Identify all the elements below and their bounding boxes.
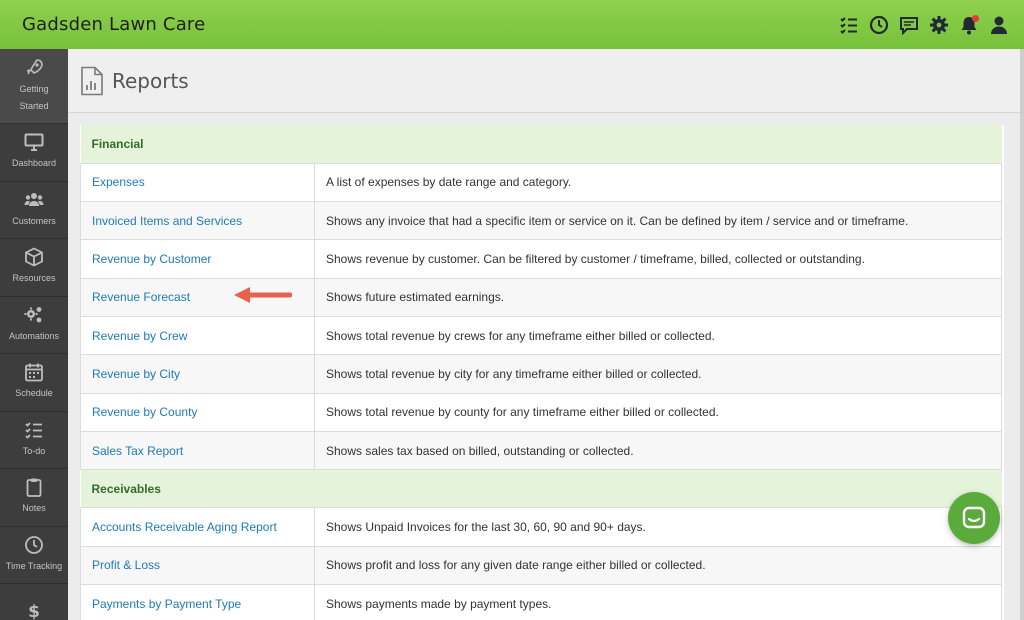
table-row: Revenue by County Shows total revenue by… [80, 393, 1002, 432]
table-row: Expenses A list of expenses by date rang… [80, 163, 1002, 203]
section-title: Financial [80, 125, 1002, 164]
gears-icon [24, 306, 42, 323]
report-description: Shows sales tax based on billed, outstan… [314, 431, 1002, 471]
checklist-icon [25, 422, 42, 439]
report-description: Shows future estimated earnings. [314, 278, 1002, 317]
report-link-invoiced-items[interactable]: Invoiced Items and Services [92, 214, 242, 228]
sidebar-item-label: Customers [12, 215, 56, 226]
report-description: Shows total revenue by county for any ti… [314, 393, 1002, 432]
sidebar-item-billing[interactable]: $ [0, 584, 68, 620]
notification-dot [972, 14, 979, 22]
sidebar-item-time-tracking[interactable]: Time Tracking [0, 527, 68, 584]
bell-icon[interactable] [958, 14, 980, 36]
reports-card: Financial Expenses A list of expenses by… [80, 125, 1004, 620]
sidebar-item-label: Automations [8, 330, 60, 341]
sidebar-item-label: Resources [12, 273, 56, 284]
clock-icon[interactable] [868, 14, 890, 36]
report-link-revenue-by-county[interactable]: Revenue by County [92, 405, 197, 419]
top-icons [838, 14, 1010, 36]
gear-icon[interactable] [928, 14, 950, 36]
todo-list-icon[interactable] [838, 14, 860, 36]
annotation-arrow-icon [234, 287, 292, 303]
report-link-ar-aging[interactable]: Accounts Receivable Aging Report [92, 520, 277, 534]
reports-table: Financial Expenses A list of expenses by… [80, 125, 1002, 620]
report-description: Shows Unpaid Invoices for the last 30, 6… [314, 507, 1002, 547]
report-description: Shows total revenue by city for any time… [314, 354, 1002, 394]
report-link-revenue-by-crew[interactable]: Revenue by Crew [92, 329, 187, 343]
calendar-icon [25, 363, 43, 382]
clipboard-icon [26, 478, 42, 498]
sidebar-item-label: Notes [22, 503, 46, 514]
table-row: Revenue by City Shows total revenue by c… [80, 354, 1002, 394]
sidebar-item-label: Time Tracking [5, 560, 63, 571]
chat-icon[interactable] [898, 14, 920, 36]
chat-widget-button[interactable] [948, 492, 1000, 544]
svg-text:$: $ [28, 602, 40, 620]
table-row: Revenue by Customer Shows revenue by cus… [80, 239, 1002, 279]
main-content: Reports Financial Expenses A list of exp… [68, 49, 1024, 620]
section-header-receivables: Receivables [80, 469, 1002, 509]
clock-icon [25, 535, 43, 554]
table-row: Sales Tax Report Shows sales tax based o… [80, 431, 1002, 471]
users-icon [24, 192, 44, 206]
report-icon [81, 66, 103, 95]
sidebar-item-label: Schedule [15, 388, 53, 399]
sidebar-item-dashboard[interactable]: Dashboard [0, 124, 68, 182]
monitor-icon [24, 133, 44, 152]
app-title: Gadsden Lawn Care [22, 14, 206, 35]
sidebar-item-resources[interactable]: Resources [0, 239, 68, 297]
rocket-icon [26, 58, 43, 74]
report-link-payments-by-type[interactable]: Payments by Payment Type [92, 597, 241, 611]
chat-bubble-icon [962, 506, 986, 529]
report-link-revenue-forecast[interactable]: Revenue Forecast [92, 290, 190, 304]
sidebar-item-notes[interactable]: Notes [0, 469, 68, 527]
table-row: Payments by Payment Type Shows payments … [80, 584, 1002, 620]
report-description: Shows total revenue by crews for any tim… [314, 316, 1002, 356]
report-link-profit-loss[interactable]: Profit & Loss [92, 558, 160, 572]
sidebar-item-label: To-do [22, 445, 46, 456]
sidebar-item-to-do[interactable]: To-do [0, 412, 68, 469]
sidebar-item-automations[interactable]: Automations [0, 297, 68, 354]
dollar-icon: $ [28, 602, 40, 620]
report-description: Shows revenue by customer. Can be filter… [314, 239, 1002, 279]
scrollbar[interactable] [1020, 49, 1024, 620]
report-description: Shows any invoice that had a specific it… [314, 201, 1002, 241]
box-icon [25, 247, 43, 267]
sidebar-item-getting-started[interactable]: Getting Started [0, 49, 68, 124]
table-row: Revenue Forecast Shows future estimated … [80, 278, 1002, 317]
report-description: Shows profit and loss for any given date… [314, 546, 1002, 586]
report-link-sales-tax[interactable]: Sales Tax Report [92, 444, 183, 458]
report-description: A list of expenses by date range and cat… [314, 163, 1002, 203]
report-description: Shows payments made by payment types. [314, 584, 1002, 620]
section-header-financial: Financial [80, 125, 1002, 164]
sidebar-item-schedule[interactable]: Schedule [0, 354, 68, 412]
top-bar: Gadsden Lawn Care [0, 0, 1024, 49]
report-link-revenue-by-customer[interactable]: Revenue by Customer [92, 252, 211, 266]
sidebar-item-customers[interactable]: Customers [0, 182, 68, 239]
section-title: Receivables [80, 469, 1002, 509]
report-link-expenses[interactable]: Expenses [92, 175, 145, 189]
table-row: Revenue by Crew Shows total revenue by c… [80, 316, 1002, 356]
table-row: Invoiced Items and Services Shows any in… [80, 201, 1002, 241]
page-header: Reports [68, 49, 1024, 113]
sidebar: Getting Started Dashboard Customers Reso… [0, 49, 68, 620]
table-row: Accounts Receivable Aging Report Shows U… [80, 507, 1002, 547]
report-link-revenue-by-city[interactable]: Revenue by City [92, 367, 180, 381]
user-icon[interactable] [988, 14, 1010, 36]
sidebar-item-label: Dashboard [11, 158, 57, 169]
page-title: Reports [112, 68, 189, 93]
sidebar-item-label: Getting Started [19, 83, 49, 111]
table-row: Profit & Loss Shows profit and loss for … [80, 546, 1002, 586]
